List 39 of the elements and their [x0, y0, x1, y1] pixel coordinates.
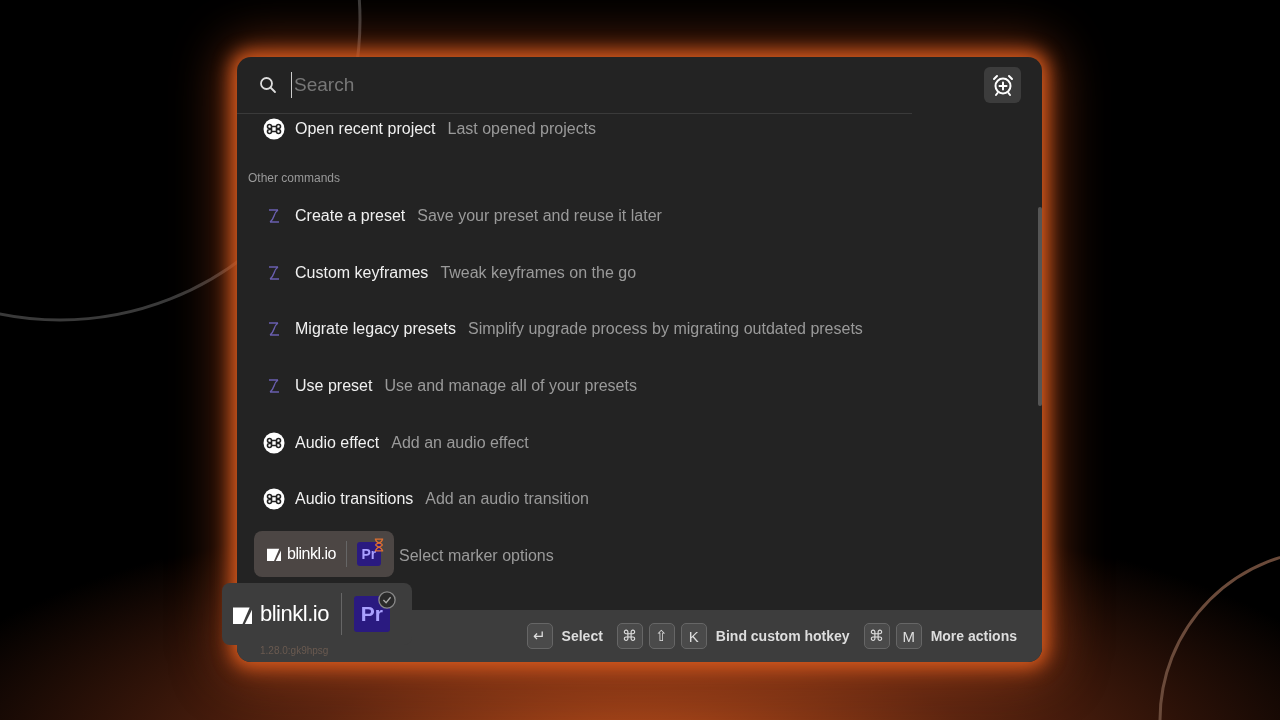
keyboard-key: ↵	[526, 623, 553, 649]
keyboard-key: M	[895, 623, 922, 649]
command-description: Save your preset and reuse it later	[417, 207, 662, 226]
keyboard-key: ⇧	[648, 623, 675, 649]
command-description: Last opened projects	[447, 120, 597, 138]
alarm-plus-icon	[990, 73, 1015, 97]
app-tile: Pr	[356, 542, 381, 566]
command-description: Tweak keyframes on the go	[440, 263, 637, 282]
logo-icon	[233, 604, 252, 624]
brand-name: blinkl.io	[287, 545, 336, 563]
command-description: Add an audio transition	[425, 490, 589, 509]
command-description: Simplify upgrade process by migrating outdated presets	[467, 320, 863, 339]
command-key-icon	[263, 488, 285, 511]
command-key-icon	[263, 118, 285, 140]
app-tile: Pr	[353, 596, 390, 632]
keyboard-key: K	[680, 623, 707, 649]
command-title: Open recent project	[295, 120, 436, 138]
command-title: Audio transitions	[295, 490, 414, 509]
logo-icon	[267, 547, 281, 561]
command-title: Custom keyframes	[295, 263, 429, 282]
command-description: Add an audio effect	[391, 433, 529, 452]
section-label: Other commands	[248, 170, 342, 187]
brand-name: blinkl.io	[260, 601, 329, 627]
command-description: Use and manage all of your presets	[384, 377, 637, 396]
search-field[interactable]: Search	[291, 72, 912, 98]
keyboard-key: ⌘	[616, 623, 643, 649]
alarm-add-button[interactable]	[984, 67, 1021, 103]
command-title: Audio effect	[295, 433, 380, 452]
command-title: Migrate legacy presets	[295, 320, 456, 339]
search-icon	[259, 76, 277, 94]
action-label[interactable]: Select	[561, 628, 603, 644]
keyboard-key: ⌘	[863, 623, 890, 649]
command-key-icon	[263, 431, 285, 454]
command-title: Use preset	[295, 377, 373, 396]
command-description: Select marker options	[399, 546, 554, 565]
action-label[interactable]: Bind custom hotkey	[715, 628, 850, 644]
command-title: Create a preset	[295, 207, 406, 226]
scrollbar-thumb[interactable]	[1038, 207, 1042, 406]
action-label[interactable]: More actions	[930, 628, 1017, 644]
